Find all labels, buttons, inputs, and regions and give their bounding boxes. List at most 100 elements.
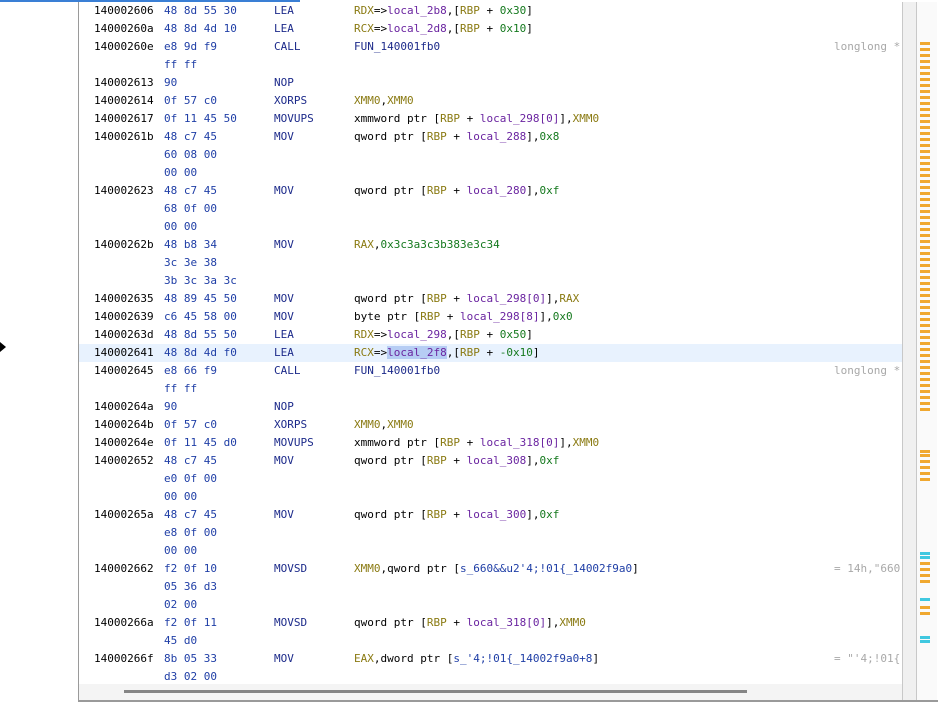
overview-marker[interactable] <box>920 478 930 481</box>
operand-token[interactable]: local_298[8] <box>460 310 539 323</box>
overview-marker[interactable] <box>920 174 930 177</box>
overview-marker[interactable] <box>920 568 930 571</box>
overview-marker[interactable] <box>920 330 930 333</box>
instruction-address[interactable]: 14000263d <box>94 326 154 344</box>
instruction-address[interactable]: 14000260a <box>94 20 154 38</box>
overview-marker[interactable] <box>920 198 930 201</box>
listing-row[interactable]: 140002623 48 c7 45 MOV qword ptr [RBP + loc… <box>79 182 902 200</box>
horizontal-scrollbar-thumb[interactable] <box>124 690 747 693</box>
operand-token[interactable]: local_280 <box>467 184 527 197</box>
listing-row-selected[interactable]: 140002641 48 8d 4d f0 LEA RCX=>local_2f8,[R… <box>79 344 902 362</box>
listing-row[interactable]: 14000263d 48 8d 55 50 LEA RDX=>local_298,[R… <box>79 326 902 344</box>
overview-marker[interactable] <box>920 126 930 129</box>
listing-row[interactable]: 140002652 48 c7 45 MOV qword ptr [RBP + loc… <box>79 452 902 470</box>
operand-token[interactable]: local_2d8 <box>387 22 447 35</box>
instruction-address[interactable]: 140002623 <box>94 182 154 200</box>
overview-marker[interactable] <box>920 636 930 639</box>
listing-left-margin[interactable] <box>0 2 79 702</box>
overview-marker[interactable] <box>920 342 930 345</box>
overview-marker[interactable] <box>920 84 930 87</box>
listing-row[interactable]: 14000264a 90 NOP <box>79 398 902 416</box>
overview-marker[interactable] <box>920 120 930 123</box>
instruction-mnemonic[interactable]: NOP <box>274 74 294 92</box>
listing-row[interactable]: 14000262b 48 b8 34 MOV RAX,0x3c3a3c3b383e3c… <box>79 236 902 254</box>
overview-marker[interactable] <box>920 306 930 309</box>
overview-marker[interactable] <box>920 222 930 225</box>
overview-marker[interactable] <box>920 246 930 249</box>
instruction-address[interactable]: 140002613 <box>94 74 154 92</box>
listing-row[interactable]: 140002606 48 8d 55 30 LEA RDX=>local_2b8,[R… <box>79 2 902 20</box>
listing-row[interactable]: ff ff <box>79 380 902 398</box>
overview-marker[interactable] <box>920 288 930 291</box>
instruction-mnemonic[interactable]: LEA <box>274 2 294 20</box>
instruction-mnemonic[interactable]: MOV <box>274 308 294 326</box>
listing-row[interactable]: e8 0f 00 <box>79 524 902 542</box>
instruction-operands[interactable]: XMM0,qword ptr [s_660&&u2'4;!01{_14002f9… <box>354 560 639 578</box>
overview-marker[interactable] <box>920 168 930 171</box>
instruction-mnemonic[interactable]: NOP <box>274 398 294 416</box>
overview-marker[interactable] <box>920 54 930 57</box>
instruction-operands[interactable]: FUN_140001fb0 <box>354 362 440 380</box>
overview-marker[interactable] <box>920 96 930 99</box>
overview-marker[interactable] <box>920 234 930 237</box>
instruction-address[interactable]: 140002662 <box>94 560 154 578</box>
instruction-address[interactable]: 140002606 <box>94 2 154 20</box>
listing-row[interactable]: 00 00 <box>79 164 902 182</box>
instruction-mnemonic[interactable]: XORPS <box>274 92 307 110</box>
instruction-operands[interactable]: RCX=>local_2d8,[RBP + 0x10] <box>354 20 533 38</box>
overview-marker[interactable] <box>920 210 930 213</box>
instruction-address[interactable]: 14000266a <box>94 614 154 632</box>
instruction-operands[interactable]: xmmword ptr [RBP + local_318[0]],XMM0 <box>354 434 599 452</box>
operand-token[interactable]: local_288 <box>467 130 527 143</box>
instruction-operands[interactable]: XMM0,XMM0 <box>354 416 414 434</box>
listing-row[interactable]: 140002617 0f 11 45 50 MOVUPS xmmword ptr [R… <box>79 110 902 128</box>
operand-token[interactable]: local_298[0] <box>480 112 559 125</box>
listing-row[interactable]: 02 00 <box>79 596 902 614</box>
overview-marker[interactable] <box>920 408 930 411</box>
horizontal-scrollbar[interactable] <box>79 684 902 700</box>
overview-marker[interactable] <box>920 450 930 453</box>
overview-marker[interactable] <box>920 390 930 393</box>
overview-marker[interactable] <box>920 72 930 75</box>
listing-row[interactable]: e0 0f 00 <box>79 470 902 488</box>
listing-row[interactable]: 00 00 <box>79 218 902 236</box>
overview-marker[interactable] <box>920 574 930 577</box>
overview-marker[interactable] <box>920 132 930 135</box>
overview-marker[interactable] <box>920 270 930 273</box>
operand-token[interactable]: s_660&&u2'4;!01{_14002f9a0 <box>460 562 632 575</box>
instruction-mnemonic[interactable]: CALL <box>274 38 301 56</box>
overview-marker[interactable] <box>920 372 930 375</box>
overview-marker[interactable] <box>920 552 930 555</box>
overview-marker[interactable] <box>920 150 930 153</box>
instruction-mnemonic[interactable]: MOV <box>274 650 294 668</box>
operand-token[interactable]: local_300 <box>467 508 527 521</box>
overview-marker[interactable] <box>920 60 930 63</box>
instruction-address[interactable]: 14000264b <box>94 416 154 434</box>
overview-marker[interactable] <box>920 378 930 381</box>
overview-marker[interactable] <box>920 366 930 369</box>
operand-token[interactable]: s_'4;!01{_14002f9a0+8 <box>453 652 592 665</box>
instruction-mnemonic[interactable]: MOV <box>274 128 294 146</box>
instruction-address[interactable]: 14000262b <box>94 236 154 254</box>
listing-row[interactable]: 140002639 c6 45 58 00 MOV byte ptr [RBP + l… <box>79 308 902 326</box>
overview-marker[interactable] <box>920 402 930 405</box>
listing-row[interactable]: 14000264b 0f 57 c0 XORPS XMM0,XMM0 <box>79 416 902 434</box>
overview-marker[interactable] <box>920 282 930 285</box>
instruction-mnemonic[interactable]: CALL <box>274 362 301 380</box>
listing-row[interactable]: 140002613 90 NOP <box>79 74 902 92</box>
instruction-operands[interactable]: RDX=>local_2b8,[RBP + 0x30] <box>354 2 533 20</box>
overview-margin[interactable] <box>916 2 937 702</box>
overview-marker[interactable] <box>920 204 930 207</box>
instruction-mnemonic[interactable]: MOVSD <box>274 560 307 578</box>
overview-marker[interactable] <box>920 252 930 255</box>
overview-marker[interactable] <box>920 138 930 141</box>
instruction-mnemonic[interactable]: MOV <box>274 182 294 200</box>
overview-marker[interactable] <box>920 156 930 159</box>
instruction-operands[interactable]: qword ptr [RBP + local_280],0xf <box>354 182 559 200</box>
overview-marker[interactable] <box>920 466 930 469</box>
operand-token[interactable]: local_318[0] <box>480 436 559 449</box>
listing-row[interactable]: 14000266a f2 0f 11 MOVSD qword ptr [RBP + l… <box>79 614 902 632</box>
listing-row[interactable]: 140002614 0f 57 c0 XORPS XMM0,XMM0 <box>79 92 902 110</box>
instruction-address[interactable]: 14000260e <box>94 38 154 56</box>
listing-row[interactable]: 05 36 d3 <box>79 578 902 596</box>
